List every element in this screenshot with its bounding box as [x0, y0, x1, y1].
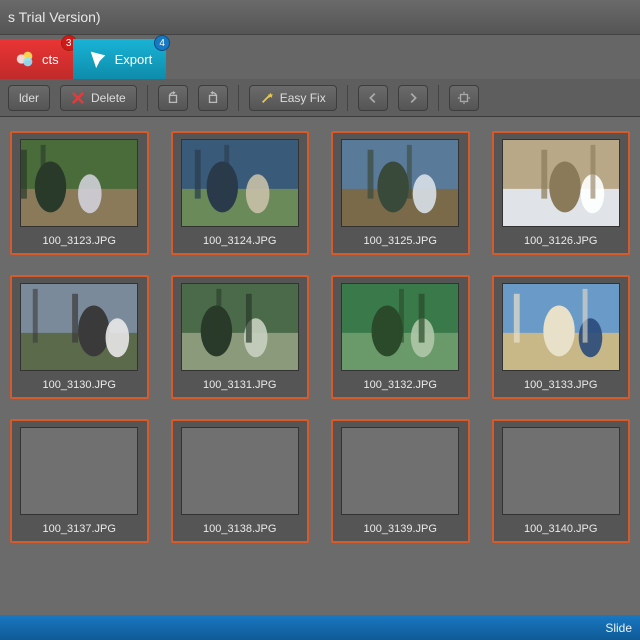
thumbnail[interactable]: 100_3132.JPG: [331, 275, 470, 399]
main-tabs: cts 3 Export 4: [0, 35, 640, 79]
prev-button[interactable]: [358, 85, 388, 111]
thumbnail-image: [20, 283, 138, 371]
rotate-left-icon: [166, 91, 180, 105]
thumbnail[interactable]: 100_3123.JPG: [10, 131, 149, 255]
thumbnail-image: [181, 427, 299, 515]
thumbnail-image: [341, 427, 459, 515]
thumbnail-caption: 100_3133.JPG: [524, 379, 597, 391]
thumbnail-caption: 100_3139.JPG: [364, 523, 437, 535]
rotate-right-button[interactable]: [198, 85, 228, 111]
thumbnail-caption: 100_3126.JPG: [524, 235, 597, 247]
window-title: s Trial Version): [8, 9, 101, 25]
thumbnail-image: [502, 427, 620, 515]
tab-export-badge: 4: [154, 35, 170, 51]
thumbnail-image: [20, 427, 138, 515]
thumbnail[interactable]: 100_3138.JPG: [171, 419, 310, 543]
toolbar-separator: [238, 85, 239, 111]
status-bar: Slide: [0, 615, 640, 640]
thumbnail-grid: 100_3123.JPG 100_3124.JPG 100_3125.JPG 1…: [10, 131, 630, 543]
rotate-right-icon: [206, 91, 220, 105]
thumbnail-caption: 100_3123.JPG: [43, 235, 116, 247]
delete-icon: [71, 91, 85, 105]
thumbnail-image: [502, 139, 620, 227]
next-button[interactable]: [398, 85, 428, 111]
thumbnail-image: [20, 139, 138, 227]
wand-icon: [260, 91, 274, 105]
toolbar: lder Delete Easy Fix: [0, 79, 640, 117]
thumbnail[interactable]: 100_3137.JPG: [10, 419, 149, 543]
thumbnail-caption: 100_3132.JPG: [364, 379, 437, 391]
thumbnail-gallery: 100_3123.JPG 100_3124.JPG 100_3125.JPG 1…: [0, 117, 640, 615]
thumbnail-image: [181, 283, 299, 371]
delete-button[interactable]: Delete: [60, 85, 137, 111]
chevron-left-icon: [366, 91, 380, 105]
tab-export[interactable]: Export 4: [73, 39, 167, 79]
export-icon: [87, 48, 109, 70]
thumbnail[interactable]: 100_3130.JPG: [10, 275, 149, 399]
thumbnail[interactable]: 100_3140.JPG: [492, 419, 631, 543]
thumbnail[interactable]: 100_3139.JPG: [331, 419, 470, 543]
status-right-label[interactable]: Slide: [605, 621, 632, 635]
tab-effects[interactable]: cts 3: [0, 39, 73, 79]
folder-button-label: lder: [19, 91, 39, 105]
toolbar-separator: [147, 85, 148, 111]
thumbnail-image: [181, 139, 299, 227]
easy-fix-button[interactable]: Easy Fix: [249, 85, 337, 111]
chevron-right-icon: [406, 91, 420, 105]
thumbnail-caption: 100_3125.JPG: [364, 235, 437, 247]
thumbnail-caption: 100_3140.JPG: [524, 523, 597, 535]
thumbnail-caption: 100_3138.JPG: [203, 523, 276, 535]
tab-export-label: Export: [115, 52, 153, 67]
thumbnail-image: [341, 283, 459, 371]
thumbnail[interactable]: 100_3125.JPG: [331, 131, 470, 255]
folder-button[interactable]: lder: [8, 85, 50, 111]
thumbnail-caption: 100_3124.JPG: [203, 235, 276, 247]
rotate-left-button[interactable]: [158, 85, 188, 111]
thumbnail-caption: 100_3131.JPG: [203, 379, 276, 391]
effects-icon: [14, 48, 36, 70]
thumbnail-image: [502, 283, 620, 371]
fullscreen-icon: [457, 91, 471, 105]
toolbar-separator: [347, 85, 348, 111]
easy-fix-label: Easy Fix: [280, 91, 326, 105]
window-titlebar: s Trial Version): [0, 0, 640, 35]
toolbar-separator: [438, 85, 439, 111]
thumbnail-image: [341, 139, 459, 227]
delete-button-label: Delete: [91, 91, 126, 105]
thumbnail[interactable]: 100_3131.JPG: [171, 275, 310, 399]
thumbnail-caption: 100_3130.JPG: [43, 379, 116, 391]
thumbnail[interactable]: 100_3126.JPG: [492, 131, 631, 255]
thumbnail[interactable]: 100_3124.JPG: [171, 131, 310, 255]
fullscreen-button[interactable]: [449, 85, 479, 111]
thumbnail[interactable]: 100_3133.JPG: [492, 275, 631, 399]
thumbnail-caption: 100_3137.JPG: [43, 523, 116, 535]
tab-effects-label: cts: [42, 52, 59, 67]
